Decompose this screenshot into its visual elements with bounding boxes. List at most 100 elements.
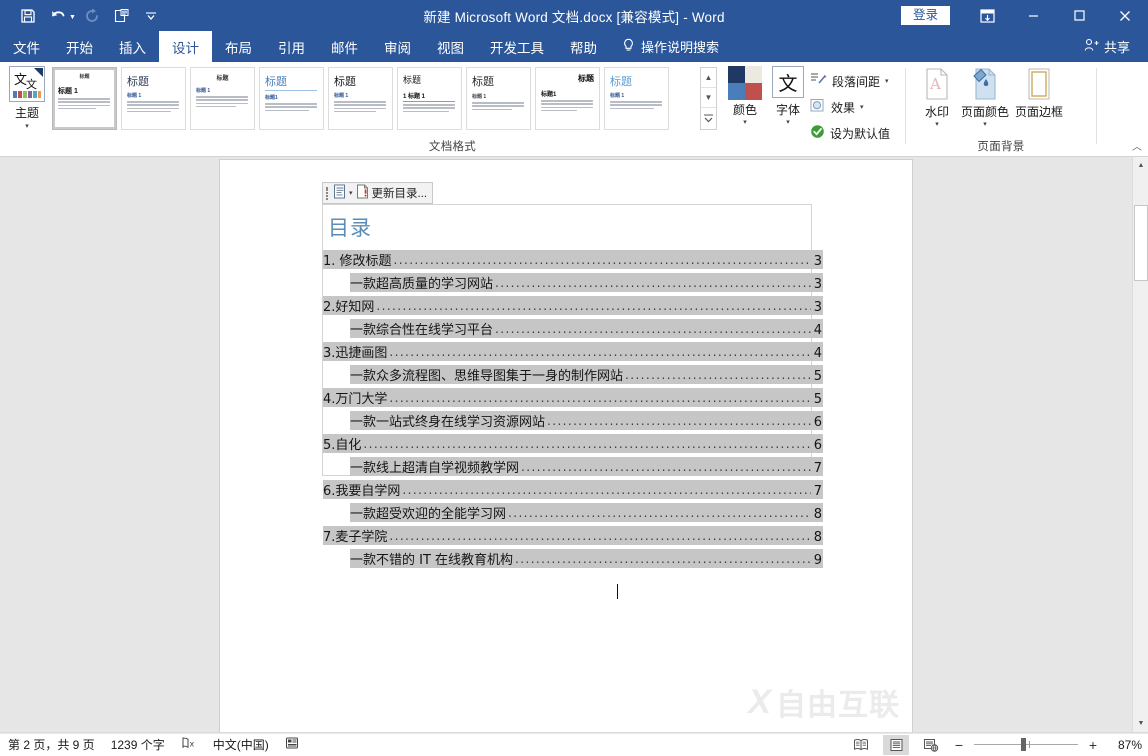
toc-entry[interactable]: 一款不错的 IT 在线教育机构 ........................… bbox=[323, 549, 823, 572]
zoom-level-label[interactable]: 87% bbox=[1108, 738, 1142, 752]
toc-entry[interactable]: 2.好知网 ..................................… bbox=[323, 296, 823, 319]
toc-leader-dots: ........................................… bbox=[495, 322, 811, 336]
toc-leader-dots: ........................................… bbox=[402, 483, 810, 497]
scroll-down-icon[interactable]: ▼ bbox=[1133, 715, 1148, 732]
tab-help[interactable]: 帮助 bbox=[557, 31, 610, 62]
page-color-caret-icon[interactable]: ▾ bbox=[960, 120, 1010, 128]
tab-home[interactable]: 开始 bbox=[53, 31, 106, 62]
gallery-scroll-down-icon[interactable]: ▼ bbox=[701, 88, 716, 108]
update-toc-label[interactable]: 更新目录... bbox=[372, 185, 428, 201]
toc-entry[interactable]: 一款线上超清自学视频教学网 ..........................… bbox=[323, 457, 823, 480]
gallery-item-heading: 标题 1 bbox=[58, 88, 78, 95]
scrollbar-thumb[interactable] bbox=[1134, 205, 1148, 281]
theme-fonts-button[interactable]: 文 字体 ▾ bbox=[765, 66, 811, 126]
watermark-button[interactable]: A 水印 ▾ bbox=[912, 67, 962, 128]
style-set-item[interactable]: 标题 标题 1 bbox=[604, 67, 669, 130]
toc-entry[interactable]: 1. 修改标题 ................................… bbox=[323, 250, 823, 273]
toc-entry[interactable]: 一款超高质量的学习网站 ............................… bbox=[323, 273, 823, 296]
language-indicator[interactable]: 中文(中国) bbox=[213, 736, 269, 753]
style-set-item[interactable]: 标题 1 标题 1 bbox=[397, 67, 462, 130]
tell-me-search[interactable]: 操作说明搜索 bbox=[610, 31, 719, 62]
paragraph-spacing-button[interactable]: 段落间距 ▾ bbox=[810, 72, 889, 90]
zoom-out-button[interactable]: − bbox=[953, 737, 965, 753]
style-set-item[interactable]: 标题 标题1 bbox=[535, 67, 600, 130]
toc-entry[interactable]: 一款超受欢迎的全能学习网 ...........................… bbox=[323, 503, 823, 526]
gallery-scroll-buttons[interactable]: ▲ ▼ bbox=[700, 67, 717, 130]
gallery-more-icon[interactable] bbox=[701, 108, 716, 128]
style-set-item[interactable]: 标题 标题 1 bbox=[52, 67, 117, 130]
page-borders-button[interactable]: 页面边框 bbox=[1014, 67, 1064, 120]
page-color-button[interactable]: 页面颜色 ▾ bbox=[960, 67, 1010, 128]
tab-insert[interactable]: 插入 bbox=[106, 31, 159, 62]
print-layout-icon[interactable] bbox=[883, 734, 909, 755]
watermark-caret-icon[interactable]: ▾ bbox=[912, 120, 962, 128]
gallery-item-title: 标题 bbox=[79, 74, 90, 80]
tab-references[interactable]: 引用 bbox=[265, 31, 318, 62]
maximize-button[interactable] bbox=[1056, 0, 1102, 31]
style-set-item[interactable]: 标题 标题1 bbox=[259, 67, 324, 130]
toc-entry-page: 6 bbox=[813, 415, 822, 430]
toc-entry[interactable]: 7.麦子学院 .................................… bbox=[323, 526, 823, 549]
style-set-item[interactable]: 标题 标题 1 bbox=[328, 67, 393, 130]
theme-colors-button[interactable]: 颜色 ▾ bbox=[722, 66, 768, 126]
toc-entry-text: 6.我要自学网 bbox=[323, 484, 401, 499]
style-set-gallery[interactable]: 标题 标题 1 标题 标题 1 标题 标题 1 标题 标题1 标题 标题 1 标… bbox=[52, 67, 669, 130]
scroll-up-icon[interactable]: ▲ bbox=[1133, 157, 1148, 174]
zoom-slider[interactable] bbox=[974, 737, 1078, 753]
theme-fonts-caret-icon[interactable]: ▾ bbox=[765, 118, 811, 126]
toc-entry-page: 7 bbox=[813, 484, 822, 499]
zoom-in-button[interactable]: + bbox=[1087, 737, 1099, 753]
toc-entry[interactable]: 一款一站式终身在线学习资源网站 ........................… bbox=[323, 411, 823, 434]
toc-entry[interactable]: 5.自化 ...................................… bbox=[323, 434, 823, 457]
toc-leader-dots: ........................................… bbox=[547, 414, 811, 428]
accessibility-icon[interactable] bbox=[285, 736, 300, 753]
style-set-item[interactable]: 标题 标题 1 bbox=[121, 67, 186, 130]
tab-design[interactable]: 设计 bbox=[159, 31, 212, 62]
paragraph-spacing-caret-icon[interactable]: ▾ bbox=[885, 77, 889, 85]
themes-button[interactable]: 文 文 主题 ▾ bbox=[4, 66, 50, 130]
toc-entry-text: 7.麦子学院 bbox=[323, 530, 388, 545]
minimize-button[interactable] bbox=[1010, 0, 1056, 31]
content-control-handle-icon[interactable] bbox=[326, 186, 330, 200]
word-count[interactable]: 1239 个字 bbox=[111, 736, 165, 753]
tab-mailings[interactable]: 邮件 bbox=[318, 31, 371, 62]
tab-developer[interactable]: 开发工具 bbox=[477, 31, 557, 62]
vertical-scrollbar[interactable]: ▲ ▼ bbox=[1132, 157, 1148, 732]
toc-entry[interactable]: 6.我要自学网 ................................… bbox=[323, 480, 823, 503]
toc-entry[interactable]: 3.迅捷画图 .................................… bbox=[323, 342, 823, 365]
toc-entry[interactable]: 一款众多流程图、思维导图集于一身的制作网站 ..................… bbox=[323, 365, 823, 388]
tab-file[interactable]: 文件 bbox=[0, 31, 53, 62]
sign-in-button[interactable]: 登录 bbox=[900, 5, 950, 26]
collapse-ribbon-icon[interactable]: ︿ bbox=[1132, 138, 1142, 153]
toc-entry[interactable]: 一款综合性在线学习平台 ............................… bbox=[323, 319, 823, 342]
read-mode-icon[interactable] bbox=[848, 735, 874, 755]
close-button[interactable] bbox=[1102, 0, 1148, 31]
update-toc-icon[interactable] bbox=[356, 184, 369, 202]
toc-options-icon[interactable] bbox=[333, 184, 346, 202]
theme-colors-caret-icon[interactable]: ▾ bbox=[722, 118, 768, 126]
toc-content-control-toolbar[interactable]: ▾ 更新目录... bbox=[322, 182, 434, 204]
style-set-item[interactable]: 标题 标题 1 bbox=[190, 67, 255, 130]
paragraph-spacing-label: 段落间距 bbox=[832, 74, 881, 89]
table-of-contents[interactable]: 1. 修改标题 ................................… bbox=[323, 250, 823, 572]
proofing-errors-icon[interactable]: x bbox=[181, 736, 197, 753]
page-indicator[interactable]: 第 2 页，共 9 页 bbox=[8, 736, 95, 753]
effects-button[interactable]: 效果 ▾ bbox=[810, 98, 864, 116]
share-button[interactable]: 共享 bbox=[1084, 31, 1140, 62]
effects-caret-icon[interactable]: ▾ bbox=[860, 103, 864, 111]
gallery-scroll-up-icon[interactable]: ▲ bbox=[701, 68, 716, 88]
status-bar-left: 第 2 页，共 9 页 1239 个字 x 中文(中国) bbox=[0, 736, 300, 753]
ribbon-display-options-icon[interactable] bbox=[964, 0, 1010, 31]
zoom-slider-thumb[interactable] bbox=[1021, 738, 1026, 751]
web-layout-icon[interactable] bbox=[918, 735, 944, 755]
toc-entry[interactable]: 4.万门大学 .................................… bbox=[323, 388, 823, 411]
toc-options-caret-icon[interactable]: ▾ bbox=[349, 189, 353, 197]
text-insertion-caret bbox=[617, 584, 618, 599]
tab-layout[interactable]: 布局 bbox=[212, 31, 265, 62]
tab-review[interactable]: 审阅 bbox=[371, 31, 424, 62]
style-set-item[interactable]: 标题 标题 1 bbox=[466, 67, 531, 130]
ribbon-group-document-formatting: 文 文 主题 ▾ 标题 标题 1 标题 标题 1 标题 标题 1 标题 标题1 … bbox=[0, 62, 905, 156]
themes-caret-icon[interactable]: ▾ bbox=[4, 122, 50, 130]
document-page[interactable]: ▾ 更新目录... 目录 1. 修改标题 ...................… bbox=[220, 160, 912, 755]
tab-view[interactable]: 视图 bbox=[424, 31, 477, 62]
